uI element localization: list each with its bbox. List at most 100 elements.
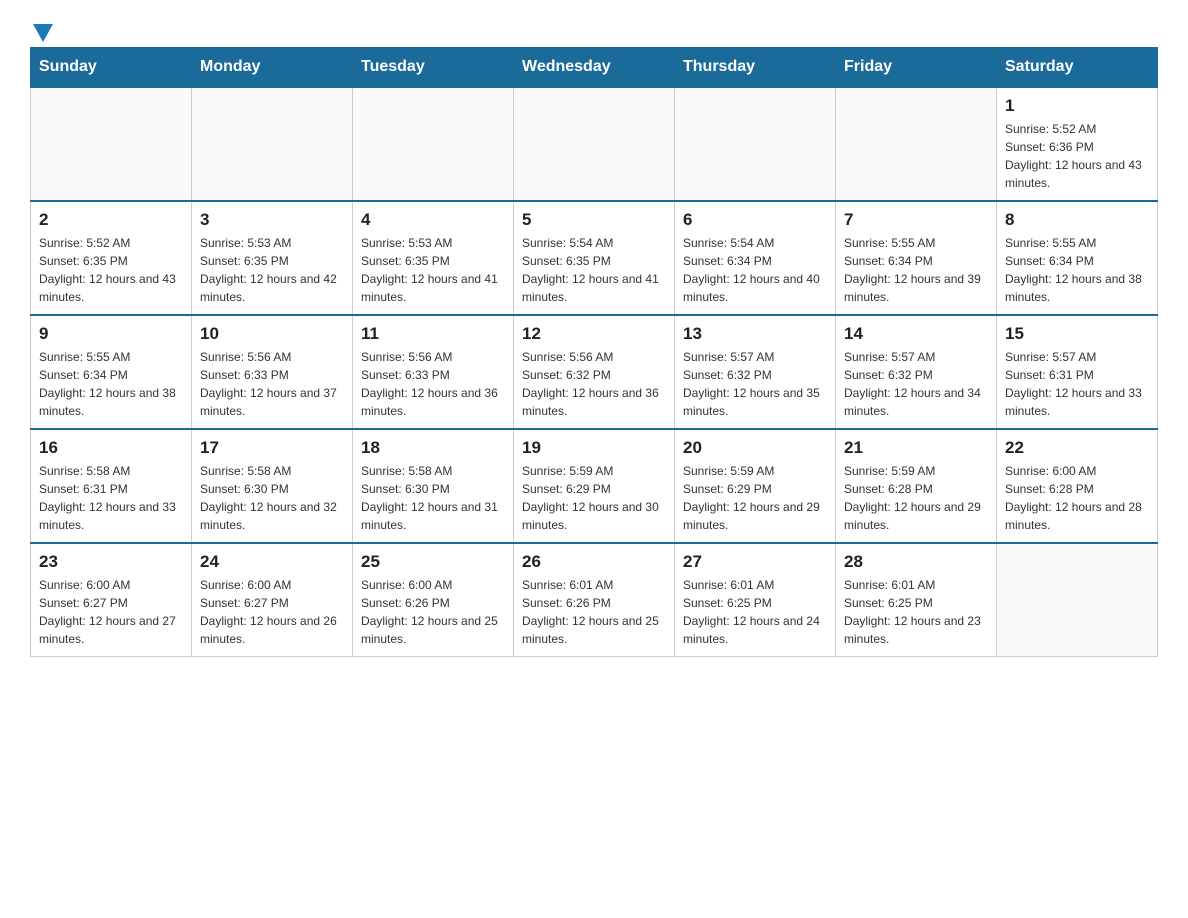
- table-row: 11 Sunrise: 5:56 AMSunset: 6:33 PMDayligh…: [353, 315, 514, 429]
- day-info: Sunrise: 6:01 AMSunset: 6:25 PMDaylight:…: [683, 576, 827, 648]
- day-info: Sunrise: 5:52 AMSunset: 6:36 PMDaylight:…: [1005, 120, 1149, 192]
- day-number: 17: [200, 438, 344, 458]
- day-info: Sunrise: 5:56 AMSunset: 6:32 PMDaylight:…: [522, 348, 666, 420]
- day-info: Sunrise: 5:55 AMSunset: 6:34 PMDaylight:…: [844, 234, 988, 306]
- table-row: 12 Sunrise: 5:56 AMSunset: 6:32 PMDayligh…: [514, 315, 675, 429]
- table-row: 27 Sunrise: 6:01 AMSunset: 6:25 PMDayligh…: [675, 543, 836, 657]
- day-info: Sunrise: 5:59 AMSunset: 6:28 PMDaylight:…: [844, 462, 988, 534]
- logo-triangle-icon: [33, 24, 53, 42]
- table-row: 14 Sunrise: 5:57 AMSunset: 6:32 PMDayligh…: [836, 315, 997, 429]
- day-info: Sunrise: 5:55 AMSunset: 6:34 PMDaylight:…: [39, 348, 183, 420]
- table-row: 24 Sunrise: 6:00 AMSunset: 6:27 PMDayligh…: [192, 543, 353, 657]
- day-number: 28: [844, 552, 988, 572]
- table-row: [514, 87, 675, 201]
- day-info: Sunrise: 6:01 AMSunset: 6:25 PMDaylight:…: [844, 576, 988, 648]
- day-info: Sunrise: 5:58 AMSunset: 6:31 PMDaylight:…: [39, 462, 183, 534]
- day-number: 14: [844, 324, 988, 344]
- calendar-header-row: Sunday Monday Tuesday Wednesday Thursday…: [31, 48, 1158, 88]
- table-row: [353, 87, 514, 201]
- calendar-table: Sunday Monday Tuesday Wednesday Thursday…: [30, 47, 1158, 657]
- table-row: 10 Sunrise: 5:56 AMSunset: 6:33 PMDayligh…: [192, 315, 353, 429]
- day-info: Sunrise: 5:56 AMSunset: 6:33 PMDaylight:…: [361, 348, 505, 420]
- day-number: 12: [522, 324, 666, 344]
- table-row: 25 Sunrise: 6:00 AMSunset: 6:26 PMDayligh…: [353, 543, 514, 657]
- day-info: Sunrise: 5:53 AMSunset: 6:35 PMDaylight:…: [361, 234, 505, 306]
- day-number: 11: [361, 324, 505, 344]
- day-info: Sunrise: 5:54 AMSunset: 6:35 PMDaylight:…: [522, 234, 666, 306]
- day-info: Sunrise: 5:57 AMSunset: 6:32 PMDaylight:…: [844, 348, 988, 420]
- day-number: 27: [683, 552, 827, 572]
- table-row: 18Sunrise: 5:58 AMSunset: 6:30 PMDayligh…: [353, 429, 514, 543]
- day-info: Sunrise: 6:00 AMSunset: 6:28 PMDaylight:…: [1005, 462, 1149, 534]
- day-number: 20: [683, 438, 827, 458]
- table-row: [31, 87, 192, 201]
- day-info: Sunrise: 5:59 AMSunset: 6:29 PMDaylight:…: [522, 462, 666, 534]
- table-row: 15 Sunrise: 5:57 AMSunset: 6:31 PMDayligh…: [997, 315, 1158, 429]
- day-number: 26: [522, 552, 666, 572]
- table-row: [836, 87, 997, 201]
- day-info: Sunrise: 5:58 AMSunset: 6:30 PMDaylight:…: [361, 462, 505, 534]
- day-number: 23: [39, 552, 183, 572]
- table-row: [997, 543, 1158, 657]
- day-number: 7: [844, 210, 988, 230]
- calendar-week-row: 23 Sunrise: 6:00 AMSunset: 6:27 PMDayligh…: [31, 543, 1158, 657]
- day-info: Sunrise: 5:54 AMSunset: 6:34 PMDaylight:…: [683, 234, 827, 306]
- table-row: 13Sunrise: 5:57 AMSunset: 6:32 PMDayligh…: [675, 315, 836, 429]
- table-row: [675, 87, 836, 201]
- table-row: 19 Sunrise: 5:59 AMSunset: 6:29 PMDayligh…: [514, 429, 675, 543]
- day-number: 2: [39, 210, 183, 230]
- day-info: Sunrise: 5:57 AMSunset: 6:32 PMDaylight:…: [683, 348, 827, 420]
- day-info: Sunrise: 5:52 AMSunset: 6:35 PMDaylight:…: [39, 234, 183, 306]
- day-number: 21: [844, 438, 988, 458]
- col-saturday: Saturday: [997, 48, 1158, 88]
- table-row: 20 Sunrise: 5:59 AMSunset: 6:29 PMDayligh…: [675, 429, 836, 543]
- day-number: 10: [200, 324, 344, 344]
- calendar-week-row: 2 Sunrise: 5:52 AMSunset: 6:35 PMDaylight…: [31, 201, 1158, 315]
- table-row: 3Sunrise: 5:53 AMSunset: 6:35 PMDaylight…: [192, 201, 353, 315]
- col-thursday: Thursday: [675, 48, 836, 88]
- logo: [30, 20, 53, 37]
- col-sunday: Sunday: [31, 48, 192, 88]
- day-number: 19: [522, 438, 666, 458]
- col-tuesday: Tuesday: [353, 48, 514, 88]
- day-number: 24: [200, 552, 344, 572]
- day-info: Sunrise: 5:56 AMSunset: 6:33 PMDaylight:…: [200, 348, 344, 420]
- day-number: 1: [1005, 96, 1149, 116]
- table-row: 16 Sunrise: 5:58 AMSunset: 6:31 PMDayligh…: [31, 429, 192, 543]
- table-row: 5 Sunrise: 5:54 AMSunset: 6:35 PMDaylight…: [514, 201, 675, 315]
- day-info: Sunrise: 6:01 AMSunset: 6:26 PMDaylight:…: [522, 576, 666, 648]
- table-row: 4 Sunrise: 5:53 AMSunset: 6:35 PMDaylight…: [353, 201, 514, 315]
- day-number: 8: [1005, 210, 1149, 230]
- day-info: Sunrise: 6:00 AMSunset: 6:27 PMDaylight:…: [200, 576, 344, 648]
- calendar-week-row: 16 Sunrise: 5:58 AMSunset: 6:31 PMDayligh…: [31, 429, 1158, 543]
- day-number: 25: [361, 552, 505, 572]
- table-row: 26 Sunrise: 6:01 AMSunset: 6:26 PMDayligh…: [514, 543, 675, 657]
- day-number: 6: [683, 210, 827, 230]
- day-number: 5: [522, 210, 666, 230]
- table-row: 6 Sunrise: 5:54 AMSunset: 6:34 PMDaylight…: [675, 201, 836, 315]
- day-info: Sunrise: 6:00 AMSunset: 6:27 PMDaylight:…: [39, 576, 183, 648]
- table-row: 17Sunrise: 5:58 AMSunset: 6:30 PMDayligh…: [192, 429, 353, 543]
- table-row: [192, 87, 353, 201]
- day-number: 15: [1005, 324, 1149, 344]
- day-number: 9: [39, 324, 183, 344]
- table-row: 2 Sunrise: 5:52 AMSunset: 6:35 PMDaylight…: [31, 201, 192, 315]
- table-row: 28 Sunrise: 6:01 AMSunset: 6:25 PMDayligh…: [836, 543, 997, 657]
- day-info: Sunrise: 5:59 AMSunset: 6:29 PMDaylight:…: [683, 462, 827, 534]
- day-info: Sunrise: 6:00 AMSunset: 6:26 PMDaylight:…: [361, 576, 505, 648]
- table-row: 8Sunrise: 5:55 AMSunset: 6:34 PMDaylight…: [997, 201, 1158, 315]
- table-row: 1 Sunrise: 5:52 AMSunset: 6:36 PMDaylight…: [997, 87, 1158, 201]
- calendar-week-row: 1 Sunrise: 5:52 AMSunset: 6:36 PMDaylight…: [31, 87, 1158, 201]
- table-row: 23 Sunrise: 6:00 AMSunset: 6:27 PMDayligh…: [31, 543, 192, 657]
- calendar-week-row: 9 Sunrise: 5:55 AMSunset: 6:34 PMDaylight…: [31, 315, 1158, 429]
- table-row: 21 Sunrise: 5:59 AMSunset: 6:28 PMDayligh…: [836, 429, 997, 543]
- day-info: Sunrise: 5:57 AMSunset: 6:31 PMDaylight:…: [1005, 348, 1149, 420]
- day-number: 16: [39, 438, 183, 458]
- col-monday: Monday: [192, 48, 353, 88]
- day-number: 3: [200, 210, 344, 230]
- col-wednesday: Wednesday: [514, 48, 675, 88]
- day-number: 4: [361, 210, 505, 230]
- page-header: [30, 20, 1158, 37]
- col-friday: Friday: [836, 48, 997, 88]
- table-row: 22Sunrise: 6:00 AMSunset: 6:28 PMDayligh…: [997, 429, 1158, 543]
